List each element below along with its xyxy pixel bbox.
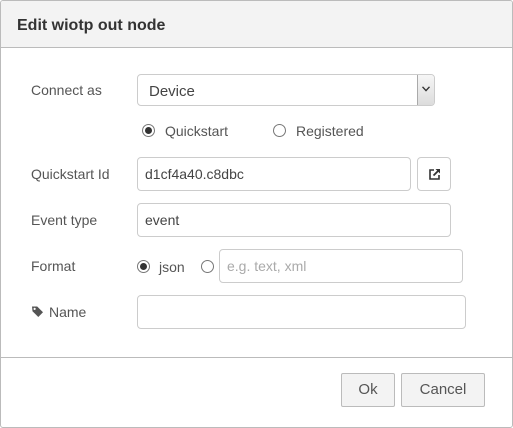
registered-radio-label: Registered xyxy=(296,123,364,139)
connect-as-label: Connect as xyxy=(31,82,102,98)
edit-node-dialog: Edit wiotp out node Connect as Device Qu… xyxy=(0,0,513,428)
format-other-radio[interactable] xyxy=(201,260,214,273)
quickstart-id-input[interactable] xyxy=(137,157,411,191)
quickstart-radio-label: Quickstart xyxy=(165,123,229,139)
cancel-button[interactable]: Cancel xyxy=(401,373,485,407)
connect-as-select[interactable]: Device xyxy=(137,74,435,106)
name-input[interactable] xyxy=(137,295,466,329)
event-type-input[interactable] xyxy=(137,203,451,237)
chevron-down-icon xyxy=(422,86,430,92)
open-quickstart-button[interactable] xyxy=(417,157,451,191)
format-other-input[interactable] xyxy=(219,249,463,283)
quickstart-id-label: Quickstart Id xyxy=(31,166,110,182)
connect-as-selected-value: Device xyxy=(149,83,195,100)
footer-divider xyxy=(1,357,512,358)
tag-icon xyxy=(32,306,43,317)
external-link-icon xyxy=(429,169,440,180)
quickstart-radio[interactable] xyxy=(142,124,155,137)
name-label: Name xyxy=(49,304,87,320)
event-type-label: Event type xyxy=(31,212,98,228)
registered-radio[interactable] xyxy=(273,124,286,137)
ok-button[interactable]: Ok xyxy=(341,373,395,407)
dialog-titlebar: Edit wiotp out node xyxy=(1,1,512,48)
dialog-title: Edit wiotp out node xyxy=(17,17,166,34)
format-json-label: json xyxy=(159,259,185,275)
format-json-radio[interactable] xyxy=(137,260,150,273)
format-label: Format xyxy=(31,258,76,274)
dropdown-button[interactable] xyxy=(417,75,434,105)
